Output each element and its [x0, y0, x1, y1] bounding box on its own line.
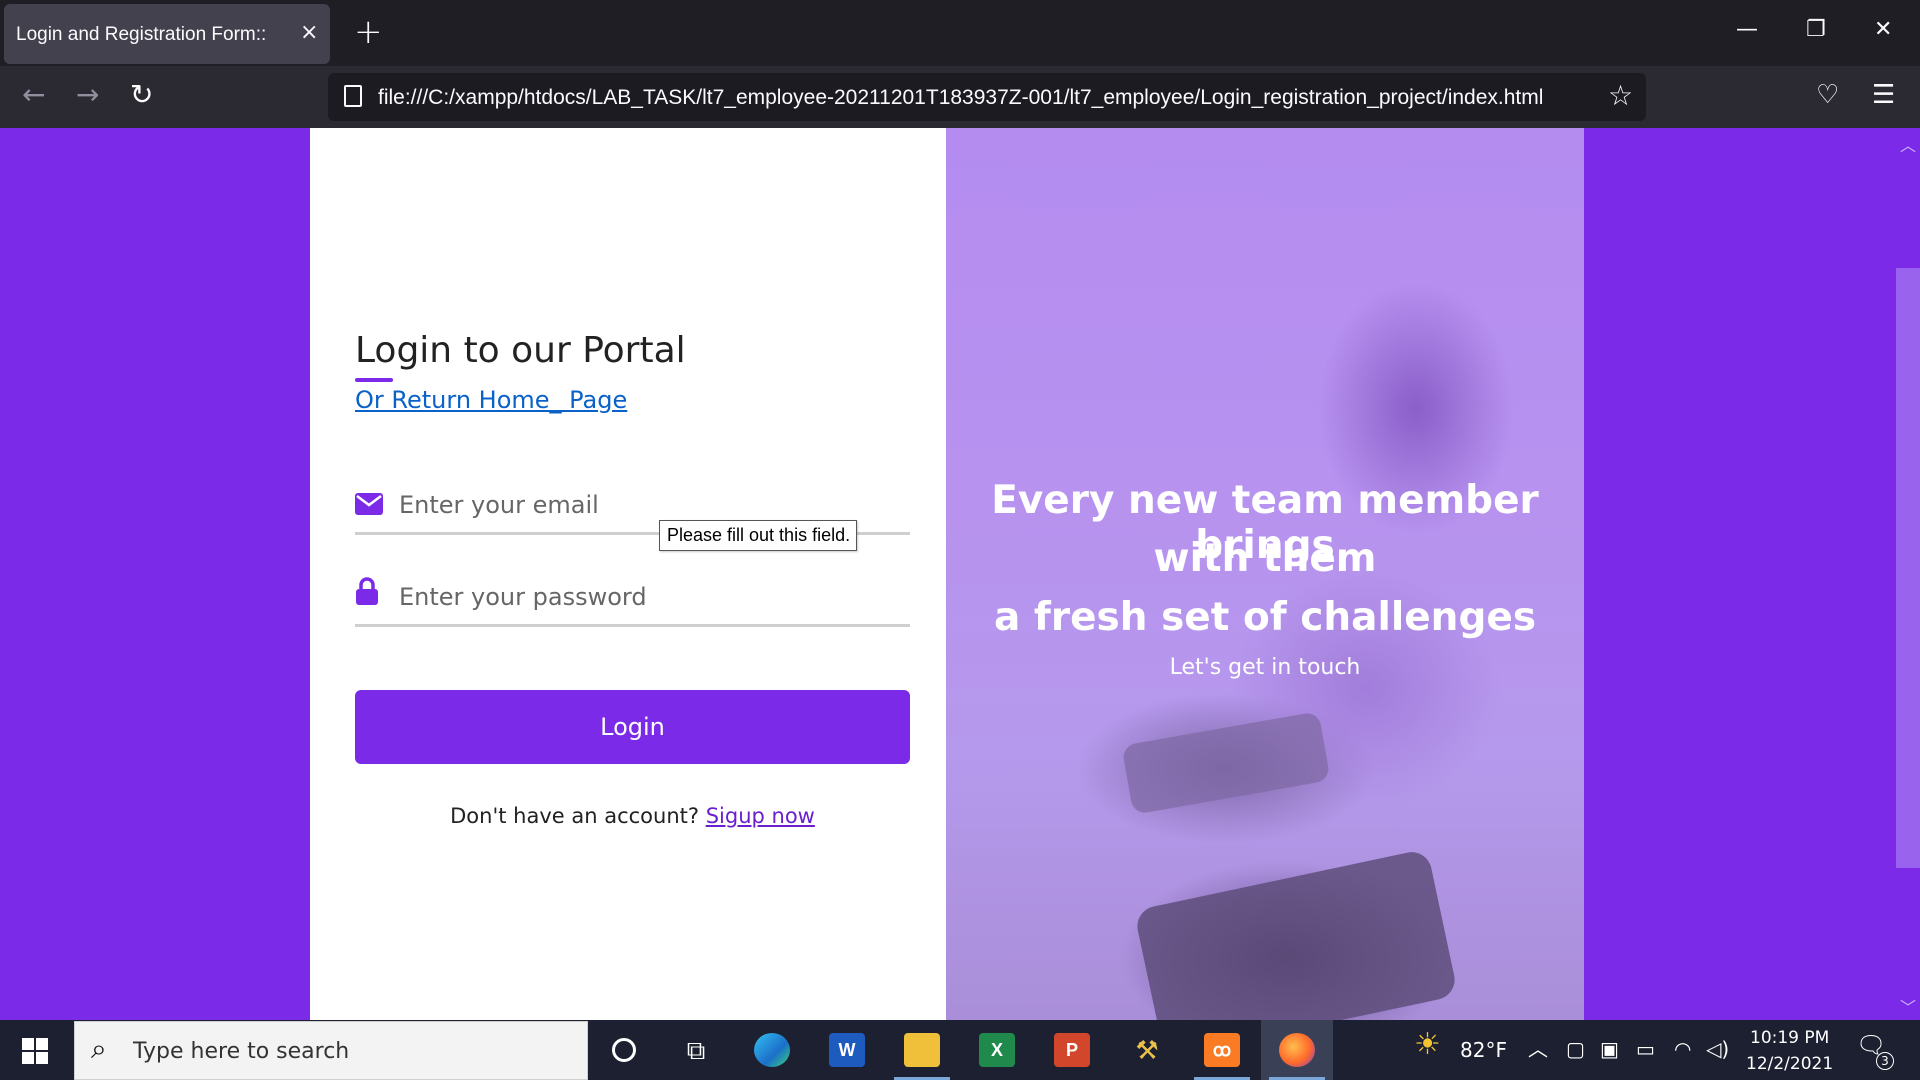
password-input[interactable] — [399, 579, 899, 615]
menu-icon[interactable]: ☰ — [1872, 80, 1895, 110]
volume-icon[interactable]: ◁) — [1706, 1038, 1729, 1060]
return-home-link[interactable]: Or Return Home_ Page — [355, 386, 627, 414]
firefox-icon[interactable] — [1261, 1020, 1333, 1080]
wifi-icon[interactable]: ◠ — [1674, 1038, 1691, 1060]
hero-line-2: with them — [1153, 536, 1377, 581]
signup-prompt: Don't have an account? — [450, 804, 700, 828]
cortana-icon[interactable] — [588, 1020, 660, 1080]
page-icon — [344, 85, 362, 107]
xampp-icon[interactable]: ꝏ — [1186, 1020, 1258, 1080]
background-keyboard-shape — [1121, 711, 1331, 815]
taskbar-search-placeholder: Type here to search — [133, 1039, 350, 1064]
background-keyboard-shape — [1133, 848, 1459, 1020]
windows-taskbar: ⌕ Type here to search ⧉ W X P ⚒ ꝏ ☀ 82°F… — [0, 1020, 1920, 1080]
forward-icon[interactable]: → — [76, 80, 99, 110]
browser-tab-bar: Login and Registration Form:: × + — ❐ ✕ — [0, 0, 1920, 66]
scroll-up-icon[interactable]: ︿ — [1900, 132, 1916, 156]
hero-subtitle: Let's get in touch — [1169, 655, 1361, 680]
word-icon[interactable]: W — [811, 1020, 883, 1080]
task-view-icon[interactable]: ⧉ — [660, 1020, 732, 1080]
search-icon: ⌕ — [91, 1032, 107, 1065]
email-input[interactable] — [399, 487, 899, 523]
back-icon[interactable]: ← — [22, 80, 45, 110]
pocket-icon[interactable]: ♡ — [1816, 80, 1839, 110]
weather-icon[interactable]: ☀ — [1414, 1030, 1441, 1060]
title-underline — [355, 378, 393, 382]
browser-nav-bar: ← → ↻ file:///C:/xampp/htdocs/LAB_TASK/l… — [0, 66, 1920, 128]
battery-icon[interactable]: ▭ — [1636, 1038, 1655, 1060]
window-close-icon[interactable]: ✕ — [1874, 18, 1892, 42]
signup-row: Don't have an account? Sigup now — [355, 804, 910, 828]
hero-image-panel: Every new team member brings with them a… — [946, 128, 1584, 1020]
login-title: Login to our Portal — [355, 330, 686, 371]
scrollbar-thumb[interactable] — [1896, 268, 1920, 868]
edge-icon[interactable] — [736, 1020, 808, 1080]
lock-icon — [355, 577, 379, 609]
excel-icon[interactable]: X — [961, 1020, 1033, 1080]
clock-date[interactable]: 12/2/2021 — [1746, 1054, 1833, 1074]
windows-start-icon[interactable] — [22, 1038, 48, 1064]
restore-icon[interactable]: ❐ — [1806, 18, 1826, 42]
password-field — [355, 567, 910, 627]
file-explorer-icon[interactable] — [886, 1020, 958, 1080]
powerpoint-icon[interactable]: P — [1036, 1020, 1108, 1080]
validation-tooltip: Please fill out this field. — [659, 520, 857, 551]
envelope-icon — [355, 493, 383, 519]
browser-tab[interactable]: Login and Registration Form:: × — [4, 4, 330, 64]
notification-count-badge: 3 — [1876, 1052, 1894, 1070]
meet-icon[interactable]: ▢ — [1566, 1038, 1585, 1060]
scroll-down-icon[interactable]: ﹀ — [1900, 994, 1916, 1018]
hero-line-3: a fresh set of challenges — [993, 595, 1537, 640]
tab-close-icon[interactable]: × — [300, 22, 318, 44]
url-text[interactable]: file:///C:/xampp/htdocs/LAB_TASK/lt7_emp… — [378, 86, 1543, 110]
bookmark-star-icon[interactable]: ☆ — [1608, 81, 1633, 111]
tab-title: Login and Registration Form:: — [16, 24, 267, 45]
address-bar[interactable]: file:///C:/xampp/htdocs/LAB_TASK/lt7_emp… — [328, 73, 1646, 121]
login-button[interactable]: Login — [355, 690, 910, 764]
signup-link[interactable]: Sigup now — [706, 804, 815, 828]
clock-time[interactable]: 10:19 PM — [1750, 1028, 1829, 1048]
reload-icon[interactable]: ↻ — [130, 80, 153, 110]
new-tab-icon[interactable]: + — [354, 14, 383, 50]
weather-temperature[interactable]: 82°F — [1460, 1038, 1507, 1062]
minimize-icon[interactable]: — — [1736, 18, 1758, 42]
taskbar-search-box[interactable]: ⌕ Type here to search — [74, 1021, 588, 1080]
tools-icon[interactable]: ⚒ — [1111, 1020, 1183, 1080]
display-icon[interactable]: ▣ — [1600, 1038, 1619, 1060]
chevron-up-icon[interactable]: ︿ — [1528, 1038, 1548, 1060]
